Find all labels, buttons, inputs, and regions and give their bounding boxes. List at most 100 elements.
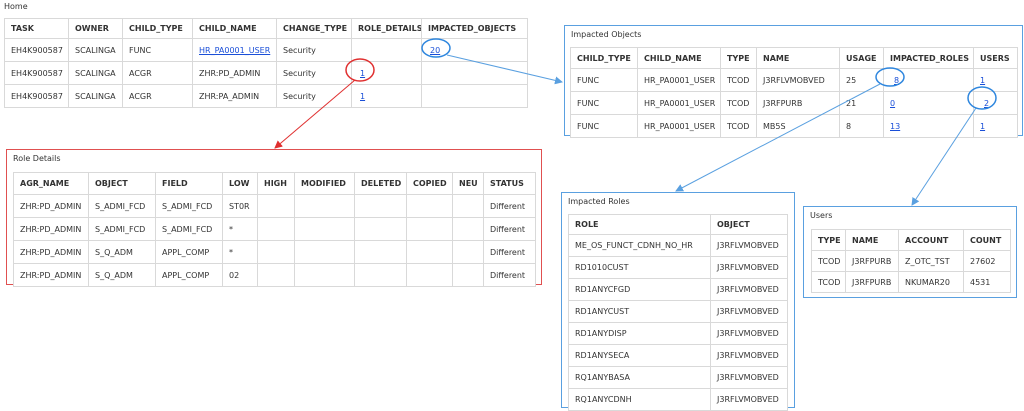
col-modified[interactable]: MODIFIED	[294, 172, 355, 195]
high-cell	[257, 194, 295, 218]
table-row[interactable]: ZHR:PD_ADMIN S_ADMI_FCD S_ADMI_FCD ST0R …	[13, 194, 536, 218]
status-cell: Different	[483, 240, 536, 264]
child-name-cell: HR_PA0001_USER	[637, 68, 721, 92]
col-account[interactable]: ACCOUNT	[898, 229, 964, 251]
child-name-cell: ZHR:PA_ADMIN	[192, 84, 277, 108]
users-cell: 2	[973, 91, 1018, 115]
col-child-type[interactable]: CHILD_TYPE	[122, 18, 193, 39]
table-row[interactable]: EH4K900587 SCALINGA FUNC HR_PA0001_USER …	[4, 38, 528, 62]
impacted-roles-link[interactable]: 0	[890, 99, 895, 108]
agr-name-cell: ZHR:PD_ADMIN	[13, 217, 89, 241]
col-copied[interactable]: COPIED	[406, 172, 453, 195]
col-field[interactable]: FIELD	[155, 172, 223, 195]
impacted-roles-header-row: ROLE OBJECT	[568, 214, 788, 235]
object-cell: J3RFLVMOBVED	[710, 300, 788, 323]
users-cell: 1	[973, 114, 1018, 138]
account-cell: NKUMAR20	[898, 271, 964, 293]
modified-cell	[294, 194, 355, 218]
object-cell: J3RFLVMOBVED	[710, 366, 788, 389]
home-header-row: TASK OWNER CHILD_TYPE CHILD_NAME CHANGE_…	[4, 18, 528, 39]
high-cell	[257, 263, 295, 287]
col-role[interactable]: ROLE	[568, 214, 711, 235]
col-child-name[interactable]: CHILD_NAME	[192, 18, 277, 39]
role-details-link[interactable]: 1	[360, 69, 365, 78]
role-details-cell	[351, 38, 422, 62]
table-row[interactable]: RD1ANYSECA J3RFLVMOBVED	[568, 344, 788, 367]
col-role-details[interactable]: ROLE_DETAILS	[351, 18, 422, 39]
col-usage[interactable]: USAGE	[839, 47, 884, 69]
usage-cell: 21	[839, 91, 884, 115]
role-details-link[interactable]: 1	[360, 92, 365, 101]
impacted-roles-link[interactable]: 13	[890, 122, 900, 131]
col-deleted[interactable]: DELETED	[354, 172, 407, 195]
col-count[interactable]: COUNT	[963, 229, 1011, 251]
col-neu[interactable]: NEU	[452, 172, 484, 195]
users-link[interactable]: 1	[980, 122, 985, 131]
col-object[interactable]: OBJECT	[88, 172, 156, 195]
col-type[interactable]: TYPE	[720, 47, 757, 69]
role-details-cell: 1	[351, 84, 422, 108]
copied-cell	[406, 194, 453, 218]
users-table: TYPE NAME ACCOUNT COUNT TCOD J3RFPURB Z_…	[811, 229, 1011, 293]
table-row[interactable]: RQ1ANYCDNH J3RFLVMOBVED	[568, 388, 788, 411]
impacted-objects-link[interactable]: 20	[430, 46, 440, 55]
col-object[interactable]: OBJECT	[710, 214, 788, 235]
col-task[interactable]: TASK	[4, 18, 69, 39]
type-cell: TCOD	[720, 68, 757, 92]
child-type-cell: FUNC	[570, 114, 638, 138]
col-high[interactable]: HIGH	[257, 172, 295, 195]
col-child-type[interactable]: CHILD_TYPE	[570, 47, 638, 69]
status-cell: Different	[483, 217, 536, 241]
col-owner[interactable]: OWNER	[68, 18, 123, 39]
table-row[interactable]: EH4K900587 SCALINGA ACGR ZHR:PA_ADMIN Se…	[4, 84, 528, 108]
status-cell: Different	[483, 263, 536, 287]
table-row[interactable]: RD1ANYDISP J3RFLVMOBVED	[568, 322, 788, 345]
type-cell: TCOD	[720, 91, 757, 115]
users-link[interactable]: 2	[984, 99, 989, 108]
col-name[interactable]: NAME	[756, 47, 840, 69]
users-panel: Users TYPE NAME ACCOUNT COUNT TCOD J3RFP…	[803, 206, 1017, 298]
name-cell: J3RFLVMOBVED	[756, 68, 840, 92]
owner-cell: SCALINGA	[68, 84, 123, 108]
col-type[interactable]: TYPE	[811, 229, 846, 251]
role-cell: ME_OS_FUNCT_CDNH_NO_HR	[568, 234, 711, 257]
owner-cell: SCALINGA	[68, 38, 123, 62]
col-change-type[interactable]: CHANGE_TYPE	[276, 18, 352, 39]
table-row[interactable]: RD1ANYCFGD J3RFLVMOBVED	[568, 278, 788, 301]
table-row[interactable]: RQ1ANYBASA J3RFLVMOBVED	[568, 366, 788, 389]
child-name-link[interactable]: HR_PA0001_USER	[199, 46, 270, 55]
impacted-roles-link[interactable]: 8	[894, 76, 899, 85]
child-type-cell: FUNC	[570, 68, 638, 92]
home-table: TASK OWNER CHILD_TYPE CHILD_NAME CHANGE_…	[4, 18, 528, 108]
users-link[interactable]: 1	[980, 76, 985, 85]
col-low[interactable]: LOW	[222, 172, 258, 195]
col-child-name[interactable]: CHILD_NAME	[637, 47, 721, 69]
col-agr-name[interactable]: AGR_NAME	[13, 172, 89, 195]
table-row[interactable]: RD1ANYCUST J3RFLVMOBVED	[568, 300, 788, 323]
table-row[interactable]: FUNC HR_PA0001_USER TCOD J3RFLVMOBVED 25…	[570, 68, 1018, 92]
col-impacted-roles[interactable]: IMPACTED_ROLES	[883, 47, 974, 69]
table-row[interactable]: RD1010CUST J3RFLVMOBVED	[568, 256, 788, 279]
table-row[interactable]: ZHR:PD_ADMIN S_ADMI_FCD S_ADMI_FCD * Dif…	[13, 217, 536, 241]
table-row[interactable]: FUNC HR_PA0001_USER TCOD MB5S 8 13 1	[570, 114, 1018, 138]
table-row[interactable]: FUNC HR_PA0001_USER TCOD J3RFPURB 21 0 2	[570, 91, 1018, 115]
table-row[interactable]: ME_OS_FUNCT_CDNH_NO_HR J3RFLVMOBVED	[568, 234, 788, 257]
table-row[interactable]: ZHR:PD_ADMIN S_Q_ADM APPL_COMP 02 Differ…	[13, 263, 536, 287]
impacted-objects-table: CHILD_TYPE CHILD_NAME TYPE NAME USAGE IM…	[570, 47, 1018, 138]
child-type-cell: FUNC	[570, 91, 638, 115]
home-title: Home	[4, 2, 28, 11]
col-status[interactable]: STATUS	[483, 172, 536, 195]
table-row[interactable]: ZHR:PD_ADMIN S_Q_ADM APPL_COMP * Differe…	[13, 240, 536, 264]
low-cell: ST0R	[222, 194, 258, 218]
col-impacted-objects[interactable]: IMPACTED_OBJECTS	[421, 18, 528, 39]
col-name[interactable]: NAME	[845, 229, 899, 251]
table-row[interactable]: TCOD J3RFPURB Z_OTC_TST 27602	[811, 250, 1011, 272]
table-row[interactable]: TCOD J3RFPURB NKUMAR20 4531	[811, 271, 1011, 293]
deleted-cell	[354, 194, 407, 218]
child-type-cell: FUNC	[122, 38, 193, 62]
modified-cell	[294, 263, 355, 287]
col-users[interactable]: USERS	[973, 47, 1018, 69]
table-row[interactable]: EH4K900587 SCALINGA ACGR ZHR:PD_ADMIN Se…	[4, 61, 528, 85]
name-cell: J3RFPURB	[845, 250, 899, 272]
copied-cell	[406, 263, 453, 287]
